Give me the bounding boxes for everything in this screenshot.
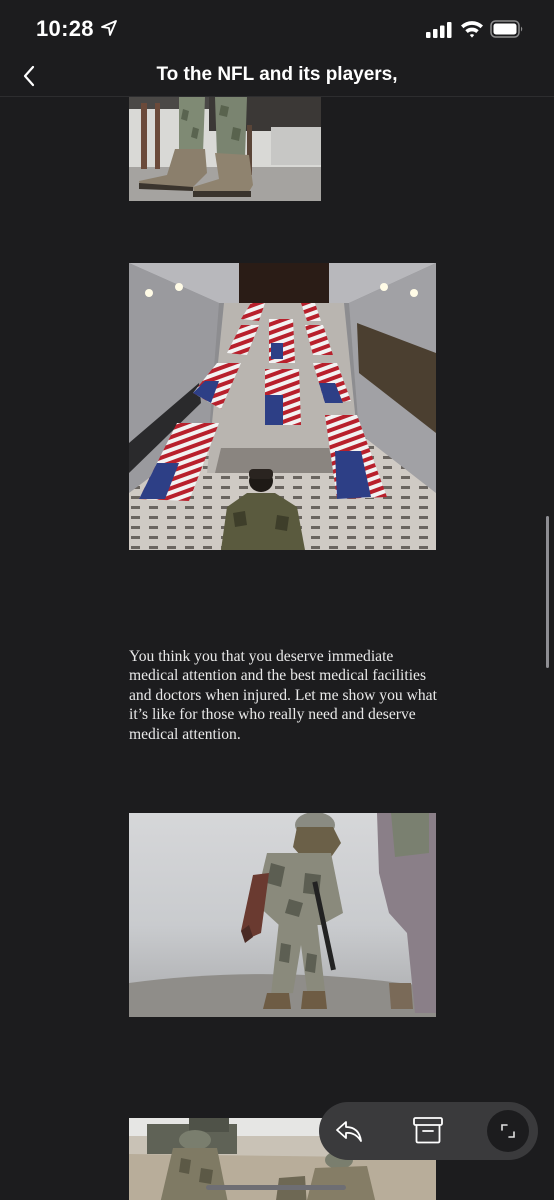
scroll-indicator[interactable] <box>546 516 549 668</box>
battery-icon <box>490 20 523 38</box>
soldier-boots-photo <box>129 97 321 201</box>
location-arrow-icon <box>101 20 117 36</box>
nav-bar: To the NFL and its players, <box>0 58 554 97</box>
action-bar <box>319 1102 538 1160</box>
article-paragraph: You think you that you deserve immediate… <box>129 647 437 743</box>
status-time: 10:28 <box>36 16 94 41</box>
cellular-signal-icon <box>426 22 452 38</box>
home-indicator[interactable] <box>206 1185 346 1190</box>
article-content[interactable]: You think you that you deserve immediate… <box>0 97 554 1200</box>
archive-icon[interactable] <box>411 1114 445 1146</box>
page-title: To the NFL and its players, <box>156 64 398 85</box>
expand-icon <box>501 1124 515 1138</box>
reply-icon[interactable] <box>333 1116 365 1146</box>
expand-button[interactable] <box>487 1110 529 1152</box>
wounded-soldier-photo <box>129 813 436 1017</box>
flag-draped-coffins-photo <box>129 263 436 550</box>
wifi-icon <box>461 21 483 38</box>
status-bar: 10:28 <box>0 0 554 58</box>
